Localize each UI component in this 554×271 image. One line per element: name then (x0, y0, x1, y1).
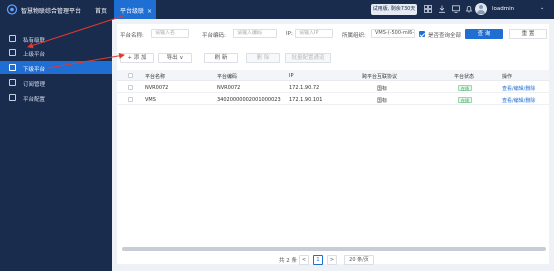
refresh-button[interactable]: 刷 新 (204, 53, 238, 63)
org-label: 所属组织: (342, 33, 366, 39)
platform-code-cell: NVR0072 (217, 85, 241, 91)
subscribe-icon (9, 79, 16, 86)
ip-cell: 172.1.90.101 (289, 97, 323, 103)
column-header[interactable]: 跨平台互联协议 (362, 73, 397, 80)
close-icon[interactable]: × (147, 8, 152, 15)
status-badge: 在线 (458, 84, 472, 91)
sidebar-item-label: 平台配置 (23, 96, 46, 103)
download-icon (9, 64, 16, 71)
column-header: 操作 (502, 74, 513, 80)
select-all-checkbox[interactable] (128, 73, 133, 78)
table-row[interactable]: NVR0072 NVR0072 172.1.90.72 国标 在线 查看/编辑/… (117, 82, 549, 93)
table-row[interactable]: VMS 34020000002001000023 172.1.90.101 国标… (117, 94, 549, 105)
settings-icon (9, 94, 16, 101)
sidebar-item-platform-config[interactable]: 平台配置 (0, 91, 112, 104)
protocol-cell: 国标 (377, 86, 388, 92)
next-page-button[interactable]: > (327, 255, 337, 265)
sidebar-item-label: 私有级联 (23, 37, 46, 44)
platform-code-input[interactable]: 请输入编码 (233, 29, 277, 38)
prev-page-button[interactable]: < (299, 255, 309, 265)
download-icon[interactable] (438, 5, 446, 13)
platform-code-cell: 34020000002001000023 (217, 97, 281, 103)
sidebar-item-label: 下级平台 (23, 66, 46, 73)
tab-label: 平台级联 (120, 8, 145, 15)
sidebar-item-subscription[interactable]: 订阅管理 (0, 76, 112, 89)
query-button[interactable]: 查 询 (465, 29, 503, 39)
trial-badge: 试用版, 剩余730天 (371, 4, 417, 15)
ip-label: IP: (286, 31, 293, 37)
sidebar-item-upper-platform[interactable]: 上级平台 (0, 46, 112, 59)
avatar[interactable] (475, 3, 487, 15)
row-actions[interactable]: 查看/编辑/删除 (502, 85, 535, 92)
protocol-cell: 国标 (377, 98, 388, 104)
chevron-down-icon[interactable]: ⌄ (540, 5, 544, 11)
platform-name-cell: VMS (145, 97, 156, 103)
folder-icon (9, 35, 16, 42)
row-checkbox[interactable] (128, 85, 133, 90)
username[interactable]: loadmin (492, 6, 514, 12)
batch-channel-button[interactable]: 批量配置通道 (285, 53, 331, 63)
sidebar-item-lower-platform[interactable]: 下级平台 (0, 61, 112, 74)
app-title: 智慧物联综合管理平台 (21, 8, 82, 15)
export-button[interactable]: 导出 ∨ (158, 53, 192, 63)
platform-name-cell: NVR0072 (145, 85, 169, 91)
grid-icon[interactable] (424, 5, 432, 13)
tab-platform-cascade[interactable]: 平台级联 × (114, 0, 156, 19)
sidebar-item-label: 订阅管理 (23, 81, 46, 88)
page-number[interactable]: 1 (313, 255, 323, 265)
page-size-select[interactable]: 20 条/页 (344, 255, 374, 265)
platform-name-label: 平台名称: (120, 33, 144, 39)
content-panel: 平台名称: 请输入名 平台编码: 请输入编码 IP: 请输入IP 所属组织: V… (117, 24, 549, 264)
table-header: 平台名称 平台编码 IP 跨平台互联协议 平台状态 操作 (117, 70, 549, 81)
delete-button[interactable]: 删 除 (246, 53, 280, 63)
status-badge: 在线 (458, 96, 472, 103)
upload-icon (9, 49, 16, 56)
column-header[interactable]: 平台名称 (145, 73, 165, 80)
platform-name-input[interactable]: 请输入名 (151, 29, 189, 38)
row-checkbox[interactable] (128, 97, 133, 102)
bell-icon[interactable] (465, 5, 473, 13)
include-sub-checkbox[interactable] (419, 31, 425, 37)
ip-cell: 172.1.90.72 (289, 85, 320, 91)
reset-button[interactable]: 重 置 (509, 29, 547, 39)
column-header[interactable]: 平台状态 (454, 73, 474, 80)
logo-icon (6, 4, 18, 15)
platform-code-label: 平台编码: (202, 33, 226, 39)
sidebar-item-label: 上级平台 (23, 51, 46, 58)
monitor-icon[interactable] (452, 5, 460, 13)
horizontal-scrollbar[interactable] (122, 247, 546, 251)
ip-input[interactable]: 请输入IP (295, 29, 333, 38)
include-sub-label: 是否查询全部 (428, 33, 462, 39)
column-header[interactable]: IP (289, 73, 294, 79)
sidebar: 私有级联 上级平台 下级平台 订阅管理 平台配置 (0, 19, 112, 271)
main-content: 平台名称: 请输入名 平台编码: 请输入编码 IP: 请输入IP 所属组织: V… (112, 19, 554, 271)
column-header[interactable]: 平台编码 (217, 73, 237, 80)
add-button[interactable]: + 添 加 (120, 53, 154, 63)
nav-home[interactable]: 首页 (95, 6, 107, 15)
top-bar: 智慧物联综合管理平台 首页 平台级联 × 试用版, 剩余730天 loadmin … (0, 0, 554, 19)
total-count: 共 2 条 (279, 258, 297, 264)
org-select[interactable]: VMS-(-500-ml6-) (371, 29, 415, 38)
sidebar-item-private-cascade[interactable]: 私有级联 (0, 32, 112, 45)
row-actions[interactable]: 查看/编辑/删除 (502, 97, 535, 104)
